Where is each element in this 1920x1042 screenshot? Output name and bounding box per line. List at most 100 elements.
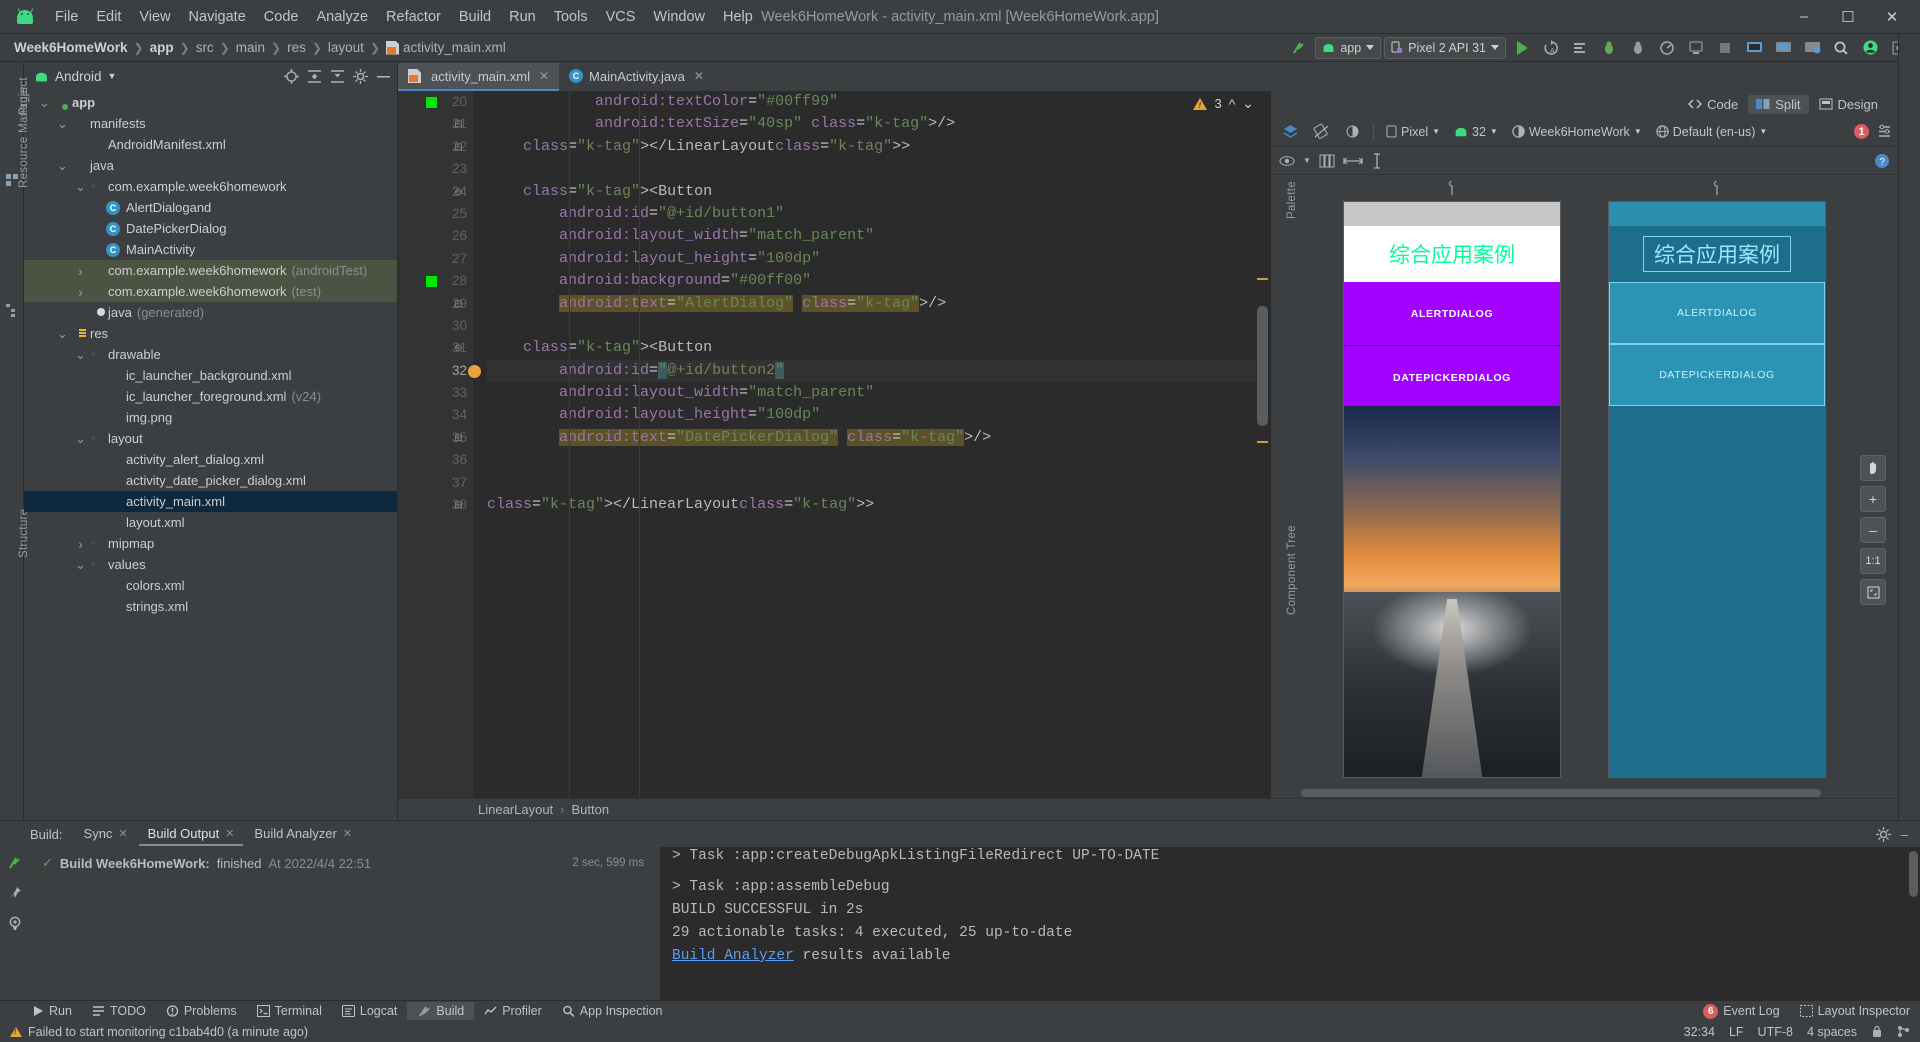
design-surface-icon[interactable] <box>1277 121 1304 143</box>
device-selector[interactable]: Pixel 2 API 31 <box>1384 36 1506 59</box>
hide-panel-icon[interactable] <box>376 69 391 84</box>
breadcrumb[interactable]: Week6HomeWork ❯ app ❯ src ❯ main ❯ res ❯ layout ❯ ac… <box>14 40 506 55</box>
tree-node-activity-date-picker-dialog-xml[interactable]: activity_date_picker_dialog.xml <box>24 470 397 491</box>
chevron-down-icon[interactable]: ⌄ <box>56 327 69 340</box>
apply-changes-icon[interactable]: A <box>1538 36 1564 60</box>
code-fold-icon[interactable]: ⊟ <box>453 142 464 153</box>
build-tab-build-output[interactable]: Build Output ✕ <box>138 823 244 846</box>
tree-node-androidmanifest-xml[interactable]: AndroidManifest.xml <box>24 134 397 155</box>
code-line[interactable]: android:background="#00ff00" <box>487 270 1256 292</box>
tool-window-bar[interactable]: Run TODO Problems Terminal Logcat Build Profil… <box>0 1000 1920 1021</box>
status-message[interactable]: Failed to start monitoring c1bab4d0 (a m… <box>28 1025 308 1039</box>
code-line[interactable]: android:layout_width="match_parent" <box>487 225 1256 247</box>
tree-node-layout-xml[interactable]: layout.xml <box>24 512 397 533</box>
locate-icon[interactable] <box>284 68 299 84</box>
code-fold-icon[interactable]: ⊟ <box>453 299 464 310</box>
chevron-right-icon[interactable]: › <box>74 536 87 552</box>
code-fold-icon[interactable]: ⊟ <box>453 119 464 130</box>
maximize-button[interactable]: ☐ <box>1826 2 1870 32</box>
chevron-right-icon[interactable]: › <box>74 263 87 279</box>
tool-window-layout-inspector[interactable]: Layout Inspector <box>1790 1002 1920 1020</box>
profile-icon[interactable] <box>1654 36 1680 60</box>
code-line[interactable]: android:text="AlertDialog" class="k-tag"… <box>487 293 1256 315</box>
minimize-panel-icon[interactable]: – <box>1901 827 1908 842</box>
tree-node-ic-launcher-foreground-xml[interactable]: ic_launcher_foreground.xml (v24) <box>24 386 397 407</box>
color-preview-swatch[interactable] <box>426 276 437 288</box>
build-result-tree[interactable]: ✓ Build Week6HomeWork: finished At 2022/… <box>30 847 660 1000</box>
build-log-console[interactable]: > Task :app:createDebugApkListingFileRed… <box>660 847 1920 1000</box>
code-line[interactable]: class="k-tag"><Button <box>487 181 1256 203</box>
tree-node-colors-xml[interactable]: colors.xml <box>24 575 397 596</box>
make-project-icon[interactable] <box>1286 36 1312 60</box>
file-encoding[interactable]: UTF-8 <box>1758 1025 1793 1039</box>
help-icon[interactable]: ? <box>1874 153 1890 169</box>
indent-setting[interactable]: 4 spaces <box>1807 1025 1857 1039</box>
code-fold-icon[interactable]: ⊟ <box>453 500 464 511</box>
sdk-manager-icon[interactable] <box>1770 36 1796 60</box>
filter-icon[interactable] <box>7 915 23 931</box>
pan-icon[interactable] <box>1860 455 1886 481</box>
error-count-badge[interactable]: 1 <box>1854 124 1869 139</box>
next-problem-icon[interactable]: ⌄ <box>1242 95 1254 112</box>
chevron-down-icon[interactable]: ⌄ <box>56 117 69 130</box>
code-line[interactable]: android:layout_height="100dp" <box>487 404 1256 426</box>
attach-debugger-icon[interactable] <box>1625 36 1651 60</box>
close-tab-icon[interactable]: ✕ <box>539 69 549 83</box>
menu-vcs[interactable]: VCS <box>597 5 645 29</box>
tree-node-java[interactable]: ⌄ java <box>24 155 397 176</box>
tree-node-app[interactable]: ⌄ app <box>24 92 397 113</box>
close-tab-icon[interactable]: ✕ <box>118 827 127 840</box>
menu-tools[interactable]: Tools <box>545 5 597 29</box>
tree-node-layout[interactable]: ⌄ layout <box>24 428 397 449</box>
menu-edit[interactable]: Edit <box>87 5 130 29</box>
breadcrumb-item-5[interactable]: layout <box>328 40 364 55</box>
tool-window-event-log[interactable]: 6 Event Log <box>1693 1002 1789 1021</box>
menu-file[interactable]: File <box>46 5 87 29</box>
menu-help[interactable]: Help <box>714 5 762 29</box>
code-text[interactable]: android:textColor="#00ff99" android:text… <box>473 91 1256 798</box>
line-separator[interactable]: LF <box>1729 1025 1744 1039</box>
editor-tab-mainactivity-java[interactable]: C MainActivity.java ✕ <box>559 63 714 91</box>
locale-selector[interactable]: Default (en-us) ▼ <box>1651 121 1773 143</box>
pin-icon[interactable] <box>7 885 23 901</box>
tree-node-com-example-week6homework[interactable]: ⌄ com.example.week6homework <box>24 176 397 197</box>
tree-node-ic-launcher-background-xml[interactable]: ic_launcher_background.xml <box>24 365 397 386</box>
chevron-down-icon[interactable]: ⌄ <box>74 432 87 445</box>
breadcrumb-item-3[interactable]: main <box>236 40 265 55</box>
run-icon[interactable] <box>1509 36 1535 60</box>
avd-manager-icon[interactable] <box>1741 36 1767 60</box>
menu-run[interactable]: Run <box>500 5 545 29</box>
tree-node-values[interactable]: ⌄ values <box>24 554 397 575</box>
chevron-right-icon[interactable]: › <box>74 284 87 300</box>
code-line[interactable]: android:layout_height="100dp" <box>487 248 1256 270</box>
chevron-down-icon[interactable]: ⌄ <box>74 180 87 193</box>
eye-icon[interactable] <box>1279 155 1295 167</box>
tool-window-todo[interactable]: TODO <box>82 1002 156 1020</box>
code-line[interactable]: android:id="@+id/button1" <box>487 203 1256 225</box>
build-result-row[interactable]: ✓ Build Week6HomeWork: finished At 2022/… <box>42 855 660 871</box>
code-line[interactable]: class="k-tag"><Button <box>487 337 1256 359</box>
tree-node-com-example-week6homework[interactable]: › com.example.week6homework (test) <box>24 281 397 302</box>
code-fold-icon[interactable]: ⊖ <box>453 343 464 354</box>
device-render[interactable]: 综合应用案例 ALERTDIALOG DATEPICKERDIALOG <box>1343 181 1561 778</box>
zoom-actual-icon[interactable]: 1:1 <box>1860 548 1886 574</box>
breadcrumb-item-2[interactable]: src <box>196 40 214 55</box>
menu-code[interactable]: Code <box>255 5 308 29</box>
menu-build[interactable]: Build <box>450 5 500 29</box>
structure-icon[interactable] <box>5 303 19 317</box>
build-tabs-header[interactable]: Build: Sync ✕ Build Output ✕ Build Analyzer ✕… <box>0 821 1920 847</box>
code-editor[interactable]: 20 21 ⊟ 22 ⊟ 23 24 ⊖ 25 26 27 28 29 ⊟ 30 31 ⊖ 32 33 34 35 ⊟ 36… <box>398 91 1270 798</box>
expand-all-icon[interactable] <box>330 69 345 84</box>
code-line[interactable] <box>487 472 1256 494</box>
build-analyzer-link[interactable]: Build Analyzer <box>672 948 794 964</box>
device-selector[interactable]: Pixel ▼ <box>1381 121 1445 143</box>
stop-icon[interactable] <box>1712 36 1738 60</box>
code-fold-icon[interactable]: ⊟ <box>453 433 464 444</box>
design-toolbar[interactable]: Pixel ▼ 32 ▼ Week6HomeWork ▼ Default (en… <box>1271 117 1898 147</box>
zoom-fit-icon[interactable] <box>1860 579 1886 605</box>
collapse-all-icon[interactable] <box>307 69 322 84</box>
menu-view[interactable]: View <box>130 5 179 29</box>
tree-node-res[interactable]: ⌄ res <box>24 323 397 344</box>
tool-window-build[interactable]: Build <box>407 1002 475 1020</box>
menu-bar[interactable]: File Edit View Navigate Code Analyze Refactor B… <box>46 5 762 29</box>
